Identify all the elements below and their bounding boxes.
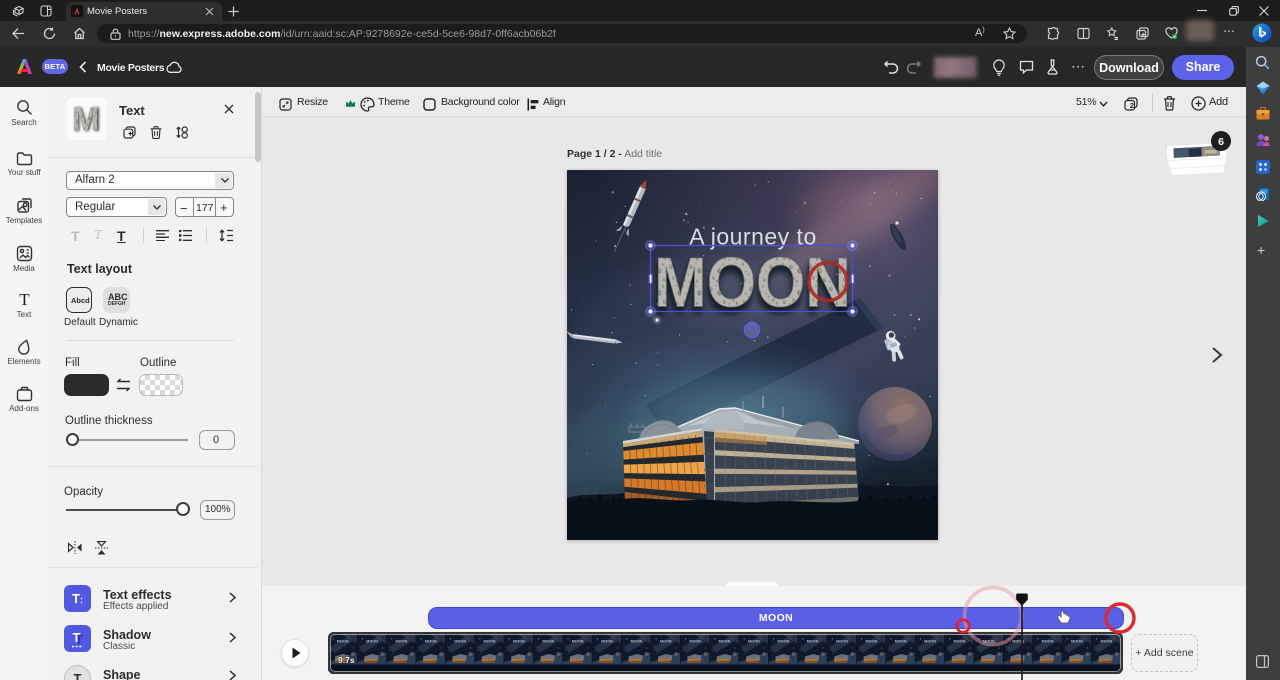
svg-text:MOON: MOON bbox=[654, 244, 851, 322]
svg-text:6: 6 bbox=[1218, 136, 1224, 148]
svg-text:M: M bbox=[72, 100, 99, 139]
svg-text:9.7s: 9.7s bbox=[338, 655, 355, 665]
svg-text:T: T bbox=[19, 291, 30, 308]
svg-text:T: T bbox=[73, 630, 81, 645]
svg-text:2: 2 bbox=[1130, 101, 1134, 110]
